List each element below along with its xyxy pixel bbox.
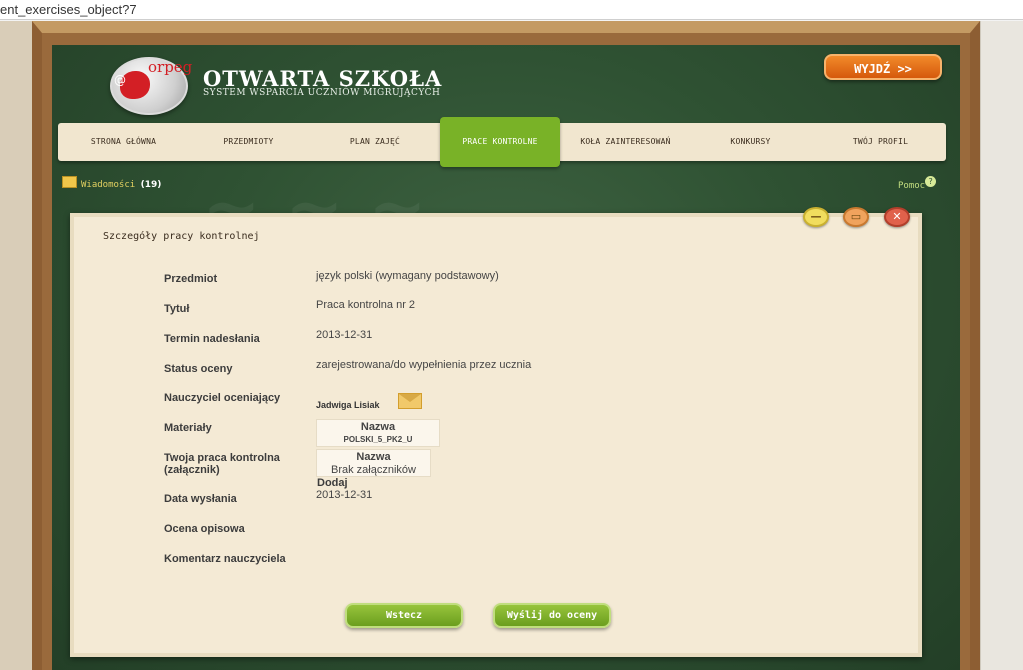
envelope-icon — [62, 176, 77, 188]
deadline-label: Termin nadesłania — [164, 333, 260, 345]
deadline-value: 2013-12-31 — [316, 329, 373, 341]
attachment-header: Nazwa — [356, 451, 391, 463]
maximize-button[interactable]: ▭ — [843, 207, 869, 227]
panel-title: Szczegóły pracy kontrolnej — [103, 231, 260, 242]
attachment-empty: Brak załączników — [331, 464, 416, 476]
minimize-button[interactable]: — — [803, 207, 829, 227]
materials-header: Nazwa — [360, 421, 396, 433]
help-label: Pomoc — [898, 181, 926, 191]
nav-item-contests[interactable]: KONKURSY — [698, 123, 803, 161]
help-link[interactable]: Pomoc? — [898, 176, 937, 191]
materials-label: Materiały — [164, 422, 212, 434]
logo-letters: orpeg — [148, 58, 193, 76]
nav-item-assignments[interactable]: PRACE KONTROLNE — [440, 117, 560, 167]
nav-item-home[interactable]: STRONA GŁÓWNA — [66, 123, 181, 161]
attachment-label-line2: (załącznik) — [164, 464, 220, 476]
nav-item-profile[interactable]: TWÓJ PROFIL — [823, 123, 938, 161]
messages-label: Wiadomości — [81, 180, 136, 190]
sent-value: 2013-12-31 — [316, 489, 373, 501]
status-value: zarejestrowana/do wypełnienia przez uczn… — [316, 359, 532, 371]
mail-icon[interactable] — [398, 393, 422, 409]
help-bubble-icon: ? — [925, 176, 937, 187]
materials-table: Nazwa POLSKI_5_PK2_U — [316, 419, 440, 447]
address-url: ent_exercises_object?7 — [0, 2, 137, 17]
left-margin — [0, 21, 32, 670]
attachment-label-line1: Twoja praca kontrolna — [164, 452, 280, 464]
nav-item-clubs[interactable]: KOŁA ZAINTERESOWAŃ — [563, 123, 688, 161]
close-icon: ✕ — [892, 210, 902, 223]
nav-item-subjects[interactable]: PRZEDMIOTY — [196, 123, 301, 161]
grade-label: Ocena opisowa — [164, 523, 245, 535]
back-button[interactable]: Wstecz — [345, 603, 463, 628]
minimize-icon: — — [810, 210, 822, 223]
nav-item-schedule[interactable]: PLAN ZAJĘĆ — [320, 123, 430, 161]
right-margin — [980, 21, 1023, 670]
comment-label: Komentarz nauczyciela — [164, 553, 286, 565]
sent-label: Data wysłania — [164, 493, 237, 505]
logout-button[interactable]: WYJDŹ >> — [824, 54, 942, 80]
attachment-label: Twoja praca kontrolna (załącznik) — [164, 452, 280, 476]
logo-at-icon: @ — [114, 73, 126, 87]
logo[interactable]: @ orpeg — [110, 57, 192, 115]
messages-count: (19) — [140, 180, 162, 190]
materials-file-link[interactable]: POLSKI_5_PK2_U — [317, 434, 439, 446]
brand-subtitle: SYSTEM WSPARCIA UCZNIÓW MIGRUJĄCYCH — [203, 88, 441, 98]
subject-label: Przedmiot — [164, 273, 218, 285]
address-bar[interactable]: ent_exercises_object?7 — [0, 0, 1023, 20]
status-label: Status oceny — [164, 363, 233, 375]
send-for-grading-button[interactable]: Wyślij do oceny — [493, 603, 611, 628]
title-label: Tytuł — [164, 303, 190, 315]
main-nav: STRONA GŁÓWNA PRZEDMIOTY PLAN ZAJĘĆ PRAC… — [58, 117, 946, 167]
messages-link[interactable]: Wiadomości (19) — [62, 176, 161, 190]
attachment-table: Nazwa Brak załączników — [316, 449, 431, 477]
add-attachment-link[interactable]: Dodaj — [317, 477, 348, 489]
teacher-value: Jadwiga Lisiak — [316, 400, 380, 410]
teacher-label: Nauczyciel oceniający — [164, 392, 281, 404]
maximize-icon: ▭ — [850, 210, 862, 223]
subject-value: język polski (wymagany podstawowy) — [316, 270, 499, 282]
title-value: Praca kontrolna nr 2 — [316, 299, 416, 311]
close-button[interactable]: ✕ — [884, 207, 910, 227]
